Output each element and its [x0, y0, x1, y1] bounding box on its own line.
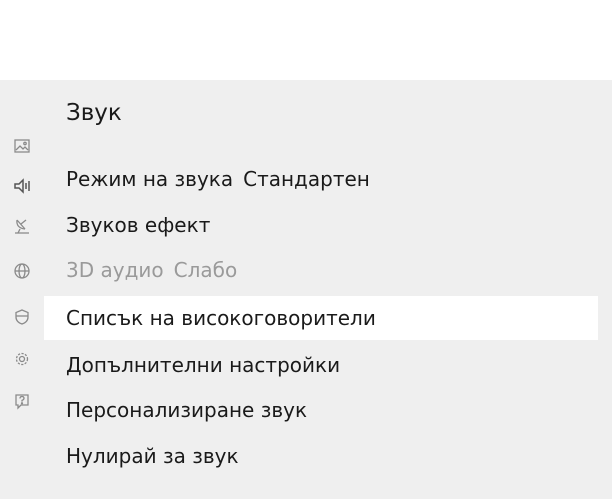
menu-item-reset-sound[interactable]: Нулирай за звук: [44, 434, 598, 478]
globe-icon[interactable]: [13, 262, 31, 280]
settings-gear-icon[interactable]: [13, 350, 31, 368]
menu-item-customize-sound[interactable]: Персонализиране звук: [44, 388, 598, 432]
menu-item-value: Слабо: [173, 258, 238, 282]
menu-item-label: Персонализиране звук: [66, 398, 308, 422]
menu-item-additional-settings[interactable]: Допълнителни настройки: [44, 343, 598, 387]
help-icon[interactable]: [13, 392, 31, 410]
shield-icon[interactable]: [13, 308, 31, 326]
category-icon-rail: [0, 80, 44, 499]
satellite-dish-icon[interactable]: [13, 217, 31, 235]
menu-item-label: Звуков ефект: [66, 213, 211, 237]
menu-item-sound-mode[interactable]: Режим на звука Стандартен: [44, 157, 598, 201]
speaker-icon[interactable]: [13, 177, 31, 195]
menu-item-value: Стандартен: [243, 167, 370, 191]
menu-item-label: Нулирай за звук: [66, 444, 239, 468]
menu-item-label: 3D аудио: [66, 258, 164, 282]
sound-menu-panel: Звук Режим на звука Стандартен Звуков еф…: [0, 80, 612, 499]
menu-item-label: Допълнителни настройки: [66, 353, 341, 377]
menu-item-label: Списък на високоговорители: [66, 306, 376, 330]
menu-item-3d-audio: 3D аудио Слабо: [44, 248, 598, 292]
menu-item-label: Режим на звука: [66, 167, 234, 191]
menu-item-sound-effect[interactable]: Звуков ефект: [44, 203, 598, 247]
menu-item-speaker-list[interactable]: Списък на високоговорители: [44, 296, 598, 340]
picture-icon[interactable]: [13, 137, 31, 155]
menu-title: Звук: [66, 100, 122, 126]
